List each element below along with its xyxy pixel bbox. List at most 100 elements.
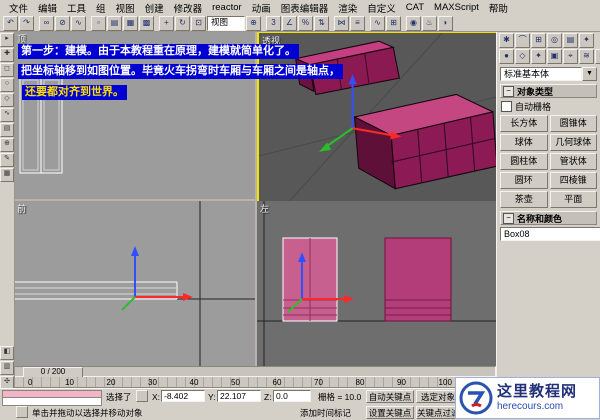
curve-editor-icon[interactable]: ∿ <box>370 16 385 31</box>
left-toolbar-icon[interactable]: ✚ <box>0 48 14 62</box>
menu-item-maxscript[interactable]: MAXScript <box>429 2 484 13</box>
menu-item-reactor[interactable]: reactor <box>207 2 247 13</box>
cylinder-button[interactable]: 圆柱体 <box>500 153 548 170</box>
menu-item-group[interactable]: 组 <box>91 1 111 15</box>
add-time-tag[interactable]: 添加时间标记 <box>300 407 351 419</box>
menu-item-edit[interactable]: 编辑 <box>33 1 62 15</box>
spinner-snap-icon[interactable]: ⇅ <box>314 16 329 31</box>
track-bar[interactable]: 0 10 20 30 40 50 60 70 80 90 100 <box>14 377 496 388</box>
cat-systems[interactable]: ✱ <box>595 49 600 64</box>
menu-item-graph-editors[interactable]: 图表编辑器 <box>276 1 334 15</box>
auto-key-button[interactable]: 自动关键点 <box>366 390 414 403</box>
cat-geometry[interactable]: ● <box>499 49 514 64</box>
select-rotate-icon[interactable]: ↻ <box>175 16 190 31</box>
align-icon[interactable]: ≡ <box>350 16 365 31</box>
schematic-view-icon[interactable]: ⊞ <box>386 16 401 31</box>
menu-item-customize[interactable]: 自定义 <box>362 1 401 15</box>
cat-cameras[interactable]: ▣ <box>547 49 562 64</box>
menu-item-create[interactable]: 创建 <box>140 1 169 15</box>
left-toolbar-icon[interactable]: ▥ <box>0 361 14 375</box>
listener-macro-row[interactable] <box>2 390 102 397</box>
maxscript-mini-listener[interactable] <box>2 390 102 406</box>
menu-item-modifiers[interactable]: 修改器 <box>169 1 208 15</box>
left-toolbar-icon[interactable]: ○ <box>0 78 14 92</box>
autogrid-checkbox[interactable] <box>501 101 512 112</box>
time-slider[interactable]: 0 / 200 <box>14 366 496 377</box>
listener-script-row[interactable] <box>2 397 102 406</box>
render-setup-icon[interactable]: ♨ <box>422 16 437 31</box>
cat-shapes[interactable]: ◇ <box>515 49 530 64</box>
snap-toggle-icon[interactable]: 3 <box>266 16 281 31</box>
viewport-front[interactable]: 前 <box>14 201 255 366</box>
key-filters-button[interactable]: 关键点过滤器... <box>416 406 460 419</box>
select-move-icon[interactable]: + <box>159 16 174 31</box>
x-coord-label: X: <box>152 391 160 403</box>
tab-motion[interactable]: ◎ <box>547 33 562 48</box>
redo-icon[interactable]: ↷ <box>19 16 34 31</box>
left-toolbar-icon[interactable]: ✎ <box>0 153 14 167</box>
teapot-button[interactable]: 茶壶 <box>500 191 548 208</box>
unlink-icon[interactable]: ⊘ <box>55 16 70 31</box>
tab-hierarchy[interactable]: ⊞ <box>531 33 546 48</box>
left-toolbar-icon[interactable]: ▸ <box>0 33 14 47</box>
percent-snap-icon[interactable]: % <box>298 16 313 31</box>
material-editor-icon[interactable]: ◉ <box>406 16 421 31</box>
crossing-icon[interactable]: ▩ <box>139 16 154 31</box>
left-toolbar-icon[interactable]: ▦ <box>0 168 14 182</box>
tab-display[interactable]: ▤ <box>563 33 578 48</box>
tube-button[interactable]: 管状体 <box>550 153 598 170</box>
tab-modify[interactable]: ⌒ <box>515 33 530 48</box>
menu-item-file[interactable]: 文件 <box>4 1 33 15</box>
left-toolbar-icon[interactable]: ⊕ <box>0 138 14 152</box>
set-key-button[interactable]: 设置关键点 <box>366 406 414 419</box>
z-coord-field[interactable] <box>273 390 311 402</box>
autogrid-row: 自动栅格 <box>501 100 596 113</box>
mirror-icon[interactable]: ⋈ <box>334 16 349 31</box>
rollout-object-type[interactable]: − 对象类型 <box>500 84 597 98</box>
cat-spacewarps[interactable]: ≋ <box>579 49 594 64</box>
cone-button[interactable]: 圆锥体 <box>550 115 598 132</box>
geosphere-button[interactable]: 几何球体 <box>550 134 598 151</box>
menu-item-views[interactable]: 视图 <box>111 1 140 15</box>
menu-item-tools[interactable]: 工具 <box>62 1 91 15</box>
quick-render-icon[interactable]: ◗ <box>438 16 453 31</box>
menu-item-animation[interactable]: 动画 <box>247 1 276 15</box>
key-mode-button[interactable]: 选定对象 <box>416 390 460 403</box>
plane-button[interactable]: 平面 <box>550 191 598 208</box>
left-toolbar-icon[interactable]: ◻ <box>0 63 14 77</box>
torus-button[interactable]: 圆环 <box>500 172 548 189</box>
link-icon[interactable]: ∞ <box>39 16 54 31</box>
primitive-category-dropdown[interactable]: 标准基本体 ▼ <box>500 67 597 81</box>
use-pivot-icon[interactable]: ⊕ <box>246 16 261 31</box>
viewport-left[interactable]: 左 <box>257 201 496 366</box>
rollout-name-color[interactable]: − 名称和颜色 <box>500 211 597 225</box>
bind-spacewarp-icon[interactable]: ∿ <box>71 16 86 31</box>
left-toolbar-icon[interactable]: ◇ <box>0 93 14 107</box>
object-name-field[interactable] <box>500 227 600 241</box>
select-object-icon[interactable]: ▫ <box>91 16 106 31</box>
box-button[interactable]: 长方体 <box>500 115 548 132</box>
undo-icon[interactable]: ↶ <box>3 16 18 31</box>
menu-item-rendering[interactable]: 渲染 <box>333 1 362 15</box>
cat-lights[interactable]: ✦ <box>531 49 546 64</box>
left-toolbar-icon[interactable]: ◧ <box>0 346 14 360</box>
ref-coord-dropdown[interactable]: 视图 <box>207 16 245 31</box>
angle-snap-icon[interactable]: ∠ <box>282 16 297 31</box>
sphere-button[interactable]: 球体 <box>500 134 548 151</box>
cat-helpers[interactable]: ⌖ <box>563 49 578 64</box>
left-toolbar-icon[interactable]: ∿ <box>0 108 14 122</box>
y-coord-field[interactable] <box>217 390 261 402</box>
region-rect-icon[interactable]: ▦ <box>123 16 138 31</box>
select-by-name-icon[interactable]: ▤ <box>107 16 122 31</box>
tab-utilities[interactable]: ✦ <box>579 33 594 48</box>
main-toolbar: ↶ ↷ ∞ ⊘ ∿ ▫ ▤ ▦ ▩ + ↻ ⊡ 视图 ⊕ 3 ∠ % ⇅ ⋈ ≡… <box>0 15 600 32</box>
chevron-down-icon[interactable]: ▼ <box>582 67 597 81</box>
x-coord-field[interactable] <box>161 390 205 402</box>
left-toolbar-icon[interactable]: ▤ <box>0 123 14 137</box>
tab-create[interactable]: ✱ <box>499 33 514 48</box>
pyramid-button[interactable]: 四棱锥 <box>550 172 598 189</box>
selection-lock-icon[interactable] <box>136 390 148 402</box>
select-scale-icon[interactable]: ⊡ <box>191 16 206 31</box>
menu-item-cat[interactable]: CAT <box>401 2 429 13</box>
menu-item-help[interactable]: 帮助 <box>484 1 513 15</box>
